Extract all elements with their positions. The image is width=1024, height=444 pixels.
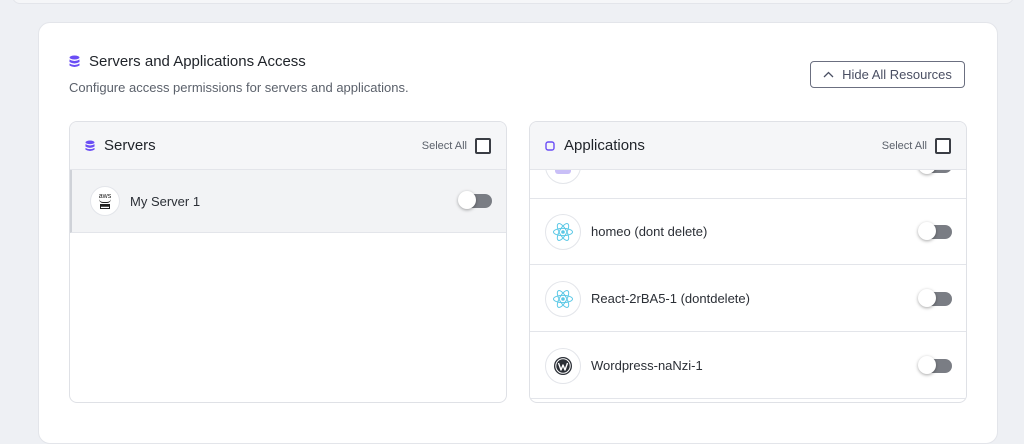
applications-list[interactable]: homeo (dont delete) React-2rBA5-1 (dontd: [530, 170, 966, 401]
servers-panel-title: Servers: [85, 137, 156, 154]
servers-panel: Servers Select All aws ▬▬ My Server 1: [69, 121, 507, 403]
hide-all-resources-button[interactable]: Hide All Resources: [810, 61, 965, 88]
applications-select-all-label: Select All: [881, 139, 927, 152]
chevron-up-icon: [823, 71, 834, 78]
application-access-toggle[interactable]: [918, 355, 952, 374]
application-name: React-2rBA5-1 (dontdelete): [591, 291, 750, 306]
application-row-info: Wordpress-naNzi-1: [545, 347, 703, 384]
app-icon: [545, 170, 581, 184]
servers-select-all-checkbox[interactable]: [475, 137, 491, 154]
application-row[interactable]: [530, 170, 966, 199]
database-icon: [69, 55, 80, 67]
applications-title-text: Applications: [564, 137, 645, 154]
hide-all-resources-label: Hide All Resources: [842, 67, 952, 82]
servers-title-text: Servers: [104, 137, 156, 154]
applications-panel-header: Applications Select All: [530, 122, 966, 170]
servers-panel-header: Servers Select All: [70, 122, 506, 170]
application-row[interactable]: React-2rBA5-1 (dontdelete): [530, 266, 966, 332]
wordpress-icon: [545, 347, 581, 384]
applications-panel: Applications Select All homeo (dont dele…: [529, 121, 967, 403]
servers-select-all[interactable]: Select All: [421, 137, 491, 154]
applications-panel-title: Applications: [545, 137, 645, 154]
application-row-info: [545, 170, 591, 184]
server-name: My Server 1: [130, 193, 201, 209]
application-access-toggle[interactable]: [918, 170, 952, 174]
application-name: homeo (dont delete): [591, 224, 708, 239]
database-icon: [85, 140, 95, 151]
application-row[interactable]: homeo (dont delete): [530, 199, 966, 265]
application-row-info: homeo (dont delete): [545, 213, 708, 250]
applications-select-all[interactable]: Select All: [881, 137, 951, 154]
servers-select-all-label: Select All: [421, 139, 467, 152]
server-access-toggle[interactable]: [458, 191, 492, 209]
server-row-info: aws ▬▬ My Server 1: [90, 186, 200, 216]
applications-select-all-checkbox[interactable]: [935, 137, 951, 154]
react-icon: [545, 213, 581, 250]
section-subtitle: Configure access permissions for servers…: [69, 80, 409, 95]
application-name: Wordpress-naNzi-1: [591, 358, 703, 373]
servers-applications-card: Servers and Applications Access Configur…: [38, 22, 998, 444]
server-row[interactable]: aws ▬▬ My Server 1: [70, 170, 506, 233]
app-square-icon: [545, 140, 555, 151]
application-row-info: React-2rBA5-1 (dontdelete): [545, 280, 750, 317]
aws-icon: aws ▬▬: [90, 186, 120, 216]
section-title-text: Servers and Applications Access: [89, 53, 306, 70]
top-card: [12, 0, 1014, 4]
application-access-toggle[interactable]: [918, 221, 952, 240]
application-row[interactable]: Wordpress-naNzi-1: [530, 333, 966, 399]
react-icon: [545, 280, 581, 317]
application-access-toggle[interactable]: [918, 288, 952, 307]
section-title: Servers and Applications Access: [69, 53, 306, 70]
